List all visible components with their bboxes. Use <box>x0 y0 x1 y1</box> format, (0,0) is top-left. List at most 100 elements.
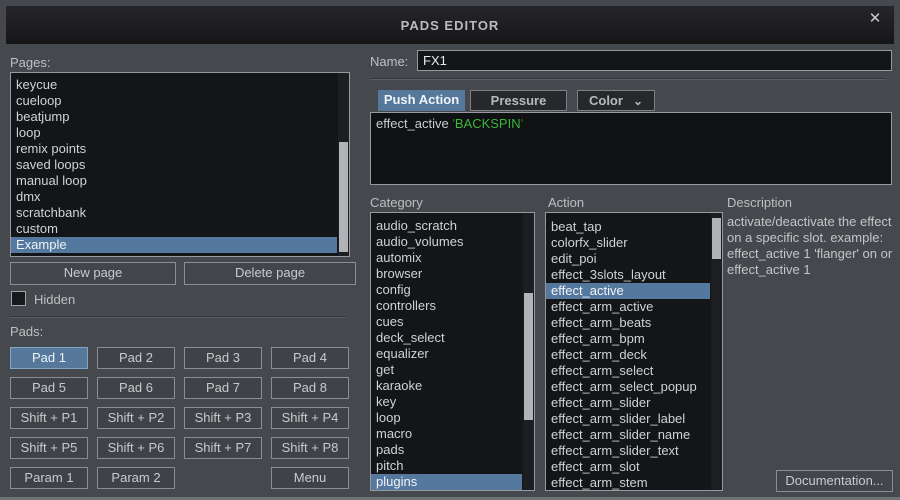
code-action-name: effect_active <box>376 116 452 131</box>
pad-button[interactable]: Shift + P7 <box>184 437 262 459</box>
pad-button[interactable]: Shift + P8 <box>271 437 349 459</box>
pads-editor-dialog: PADS EDITOR ✕ Pages: scratchkeycuecueloo… <box>0 0 900 500</box>
pad-button[interactable]: Shift + P1 <box>10 407 88 429</box>
list-item[interactable]: automix <box>371 250 522 266</box>
list-item[interactable]: effect_arm_select <box>546 363 710 379</box>
list-item[interactable]: keycue <box>11 77 337 93</box>
title-bar: PADS EDITOR <box>6 6 894 44</box>
list-item[interactable]: cueloop <box>11 93 337 109</box>
pad-button[interactable]: Pad 5 <box>10 377 88 399</box>
list-item[interactable]: macro <box>371 426 522 442</box>
category-scrollbar-thumb[interactable] <box>524 293 533 420</box>
list-item[interactable]: cues <box>371 314 522 330</box>
pad-button[interactable]: Menu <box>271 467 349 489</box>
new-page-button[interactable]: New page <box>10 262 176 285</box>
code-close-quote: ' <box>521 116 523 131</box>
category-scrollbar[interactable] <box>523 213 534 490</box>
list-item[interactable]: effect_arm_select_popup <box>546 379 710 395</box>
list-item[interactable]: effect_3slots_layout <box>546 267 710 283</box>
pad-button[interactable]: Param 1 <box>10 467 88 489</box>
list-item[interactable]: effect_arm_beats <box>546 315 710 331</box>
hidden-checkbox[interactable] <box>11 291 26 306</box>
list-item[interactable]: remix points <box>11 141 337 157</box>
list-item[interactable]: colorfx_slider <box>546 235 710 251</box>
list-item[interactable]: audio_volumes <box>371 234 522 250</box>
list-item[interactable]: effect_arm_slot <box>546 459 710 475</box>
dialog-title: PADS EDITOR <box>401 18 500 33</box>
list-item[interactable]: Example <box>11 237 337 253</box>
pads-label: Pads: <box>10 324 43 339</box>
name-input[interactable] <box>417 50 892 71</box>
tab-pressure-action[interactable]: Pressure Action <box>470 90 567 111</box>
description-text: activate/deactivate the effect on a spec… <box>727 214 895 278</box>
list-item[interactable]: get <box>371 362 522 378</box>
right-divider <box>370 78 886 80</box>
list-item[interactable]: key <box>371 394 522 410</box>
pages-list: scratchkeycuecueloopbeatjumploopremix po… <box>11 72 337 253</box>
pad-button[interactable]: Pad 2 <box>97 347 175 369</box>
pad-button[interactable]: Shift + P6 <box>97 437 175 459</box>
list-item[interactable]: effect_arm_slider_text <box>546 443 710 459</box>
pad-button[interactable]: Param 2 <box>97 467 175 489</box>
pages-listbox: scratchkeycuecueloopbeatjumploopremix po… <box>10 72 350 257</box>
pad-button[interactable]: Pad 3 <box>184 347 262 369</box>
code-argument: BACKSPIN <box>455 116 521 131</box>
list-item[interactable]: effect_arm_active <box>546 299 710 315</box>
category-list: audio_scratchaudio_volumesautomixbrowser… <box>371 213 522 490</box>
list-item[interactable]: effect_arm_slider_label <box>546 411 710 427</box>
list-item[interactable]: effect_arm_bpm <box>546 331 710 347</box>
action-scrollbar-thumb[interactable] <box>712 218 721 259</box>
list-item[interactable]: beat_tap <box>546 219 710 235</box>
list-item[interactable]: effect_arm_slider <box>546 395 710 411</box>
action-scrollbar[interactable] <box>711 213 722 490</box>
pad-button[interactable]: Shift + P4 <box>271 407 349 429</box>
action-script-editor[interactable]: effect_active 'BACKSPIN' <box>370 112 892 185</box>
pages-scrollbar[interactable] <box>338 73 349 256</box>
pages-scrollbar-thumb[interactable] <box>339 142 348 252</box>
list-item[interactable]: effect_arm_deck <box>546 347 710 363</box>
list-item[interactable]: plugins <box>371 474 522 490</box>
list-item[interactable]: config <box>371 282 522 298</box>
action-label: Action <box>548 195 584 210</box>
pad-button[interactable]: Pad 4 <box>271 347 349 369</box>
color-dropdown[interactable]: Color⌄ <box>577 90 655 111</box>
list-item[interactable]: equalizer <box>371 346 522 362</box>
list-item[interactable]: manual loop <box>11 173 337 189</box>
pages-label: Pages: <box>10 55 50 70</box>
pads-grid: Pad 1 Pad 2 Pad 3 Pad 4 Pad 5 Pad 6 Pad 7 Pad 8… <box>10 347 349 489</box>
list-item[interactable]: pads <box>371 442 522 458</box>
list-item[interactable]: deck_select <box>371 330 522 346</box>
list-item[interactable]: beatjump <box>11 109 337 125</box>
list-item[interactable]: browser <box>371 266 522 282</box>
list-item[interactable]: pitch <box>371 458 522 474</box>
left-divider <box>10 316 346 318</box>
list-item[interactable]: karaoke <box>371 378 522 394</box>
list-item[interactable]: edit_poi <box>546 251 710 267</box>
list-item[interactable]: audio_scratch <box>371 218 522 234</box>
pad-button[interactable]: Pad 1 <box>10 347 88 369</box>
pad-button[interactable]: Pad 6 <box>97 377 175 399</box>
pad-button[interactable]: Shift + P2 <box>97 407 175 429</box>
pad-button[interactable]: Shift + P5 <box>10 437 88 459</box>
list-item[interactable]: custom <box>11 221 337 237</box>
tab-push-action[interactable]: Push Action <box>378 90 465 111</box>
list-item[interactable]: controllers <box>371 298 522 314</box>
documentation-button[interactable]: Documentation... <box>776 470 893 492</box>
description-label: Description <box>727 195 792 210</box>
delete-page-button[interactable]: Delete page <box>184 262 356 285</box>
list-item[interactable]: loop <box>11 125 337 141</box>
pad-button[interactable]: Pad 8 <box>271 377 349 399</box>
category-label: Category <box>370 195 423 210</box>
pad-button[interactable]: Pad 7 <box>184 377 262 399</box>
pad-button[interactable]: Shift + P3 <box>184 407 262 429</box>
list-item[interactable]: loop <box>371 410 522 426</box>
close-icon[interactable]: ✕ <box>866 10 884 28</box>
list-item[interactable]: scratchbank <box>11 205 337 221</box>
chevron-down-icon: ⌄ <box>633 94 643 108</box>
list-item[interactable]: effect_arm_stem <box>546 475 710 491</box>
list-item[interactable]: effect_active <box>546 283 710 299</box>
list-item[interactable]: saved loops <box>11 157 337 173</box>
tab-push-action-label: Push Action <box>384 92 459 107</box>
list-item[interactable]: effect_arm_slider_name <box>546 427 710 443</box>
list-item[interactable]: dmx <box>11 189 337 205</box>
